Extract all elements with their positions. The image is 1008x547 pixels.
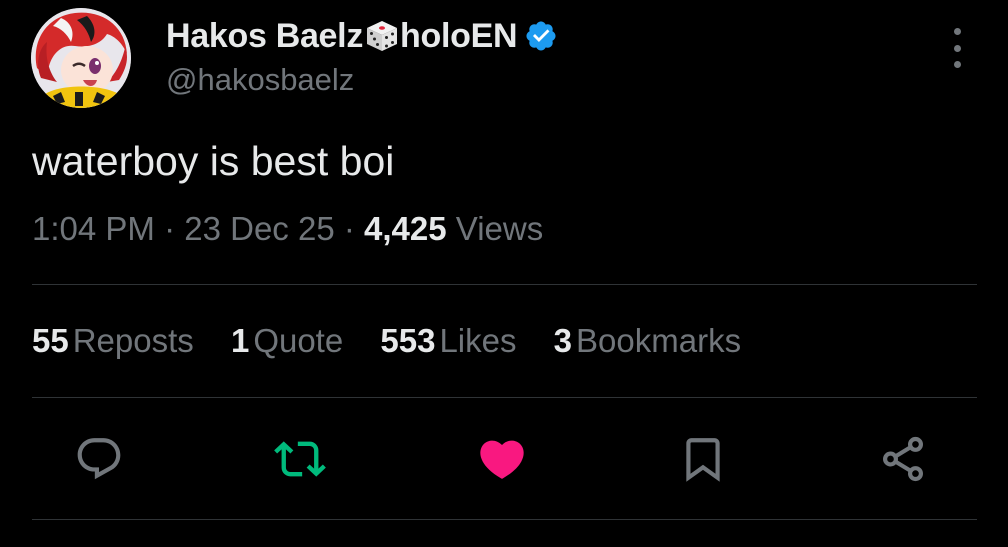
- stat-bookmarks[interactable]: 3 Bookmarks: [554, 322, 741, 359]
- meta-separator: ·: [164, 210, 185, 247]
- like-button[interactable]: [475, 432, 529, 486]
- reply-button[interactable]: [72, 432, 126, 486]
- stat-label: Quote: [253, 322, 344, 359]
- reply-icon: [77, 438, 121, 480]
- avatar-image: [31, 8, 131, 108]
- author-affiliation[interactable]: holoEN: [400, 17, 517, 56]
- stat-count: 55: [32, 322, 69, 359]
- stat-label: Bookmarks: [576, 322, 742, 359]
- tweet-detail: Hakos Baelz holoEN @hakosbaelz waterboy …: [0, 0, 1008, 547]
- dice-icon: [364, 18, 400, 54]
- divider: [32, 397, 977, 398]
- tweet-time[interactable]: 1:04 PM: [32, 210, 155, 247]
- divider: [32, 284, 977, 285]
- verified-badge-icon[interactable]: [524, 19, 558, 53]
- stat-label: Reposts: [72, 322, 194, 359]
- stat-count: 3: [553, 322, 573, 359]
- stat-label: Likes: [439, 322, 517, 359]
- views-label: Views: [455, 210, 544, 247]
- views-count: 4,425: [364, 210, 456, 247]
- heart-icon: [480, 440, 524, 479]
- author-display-name[interactable]: Hakos Baelz: [166, 17, 363, 56]
- tweet-meta: 1:04 PM · 23 Dec 25 · 4,425 Views: [32, 210, 543, 248]
- author-name-row[interactable]: Hakos Baelz holoEN: [166, 15, 558, 57]
- bookmark-button[interactable]: [676, 432, 730, 486]
- tweet-text: waterboy is best boi: [32, 138, 395, 184]
- stat-count: 553: [380, 322, 436, 359]
- stat-count: 1: [230, 322, 250, 359]
- bookmark-icon: [686, 438, 720, 482]
- engagement-stats: 55 Reposts 1 Quote 553 Likes 3 Bookmarks: [32, 322, 769, 360]
- more-options-icon[interactable]: [944, 28, 970, 68]
- more-dot: [953, 61, 961, 68]
- tweet-date[interactable]: 23 Dec 25: [184, 210, 334, 247]
- repost-button[interactable]: [273, 432, 327, 486]
- stat-reposts[interactable]: 55 Reposts: [32, 322, 194, 359]
- author-handle[interactable]: @hakosbaelz: [166, 62, 354, 98]
- share-button[interactable]: [876, 432, 930, 486]
- avatar[interactable]: [31, 8, 131, 108]
- stat-likes[interactable]: 553 Likes: [380, 322, 516, 359]
- more-dot: [953, 44, 961, 52]
- repost-icon: [274, 441, 326, 477]
- meta-separator: ·: [343, 210, 365, 247]
- more-dot: [953, 28, 961, 35]
- stat-quotes[interactable]: 1 Quote: [231, 322, 343, 359]
- divider: [32, 519, 977, 520]
- share-icon: [883, 436, 923, 482]
